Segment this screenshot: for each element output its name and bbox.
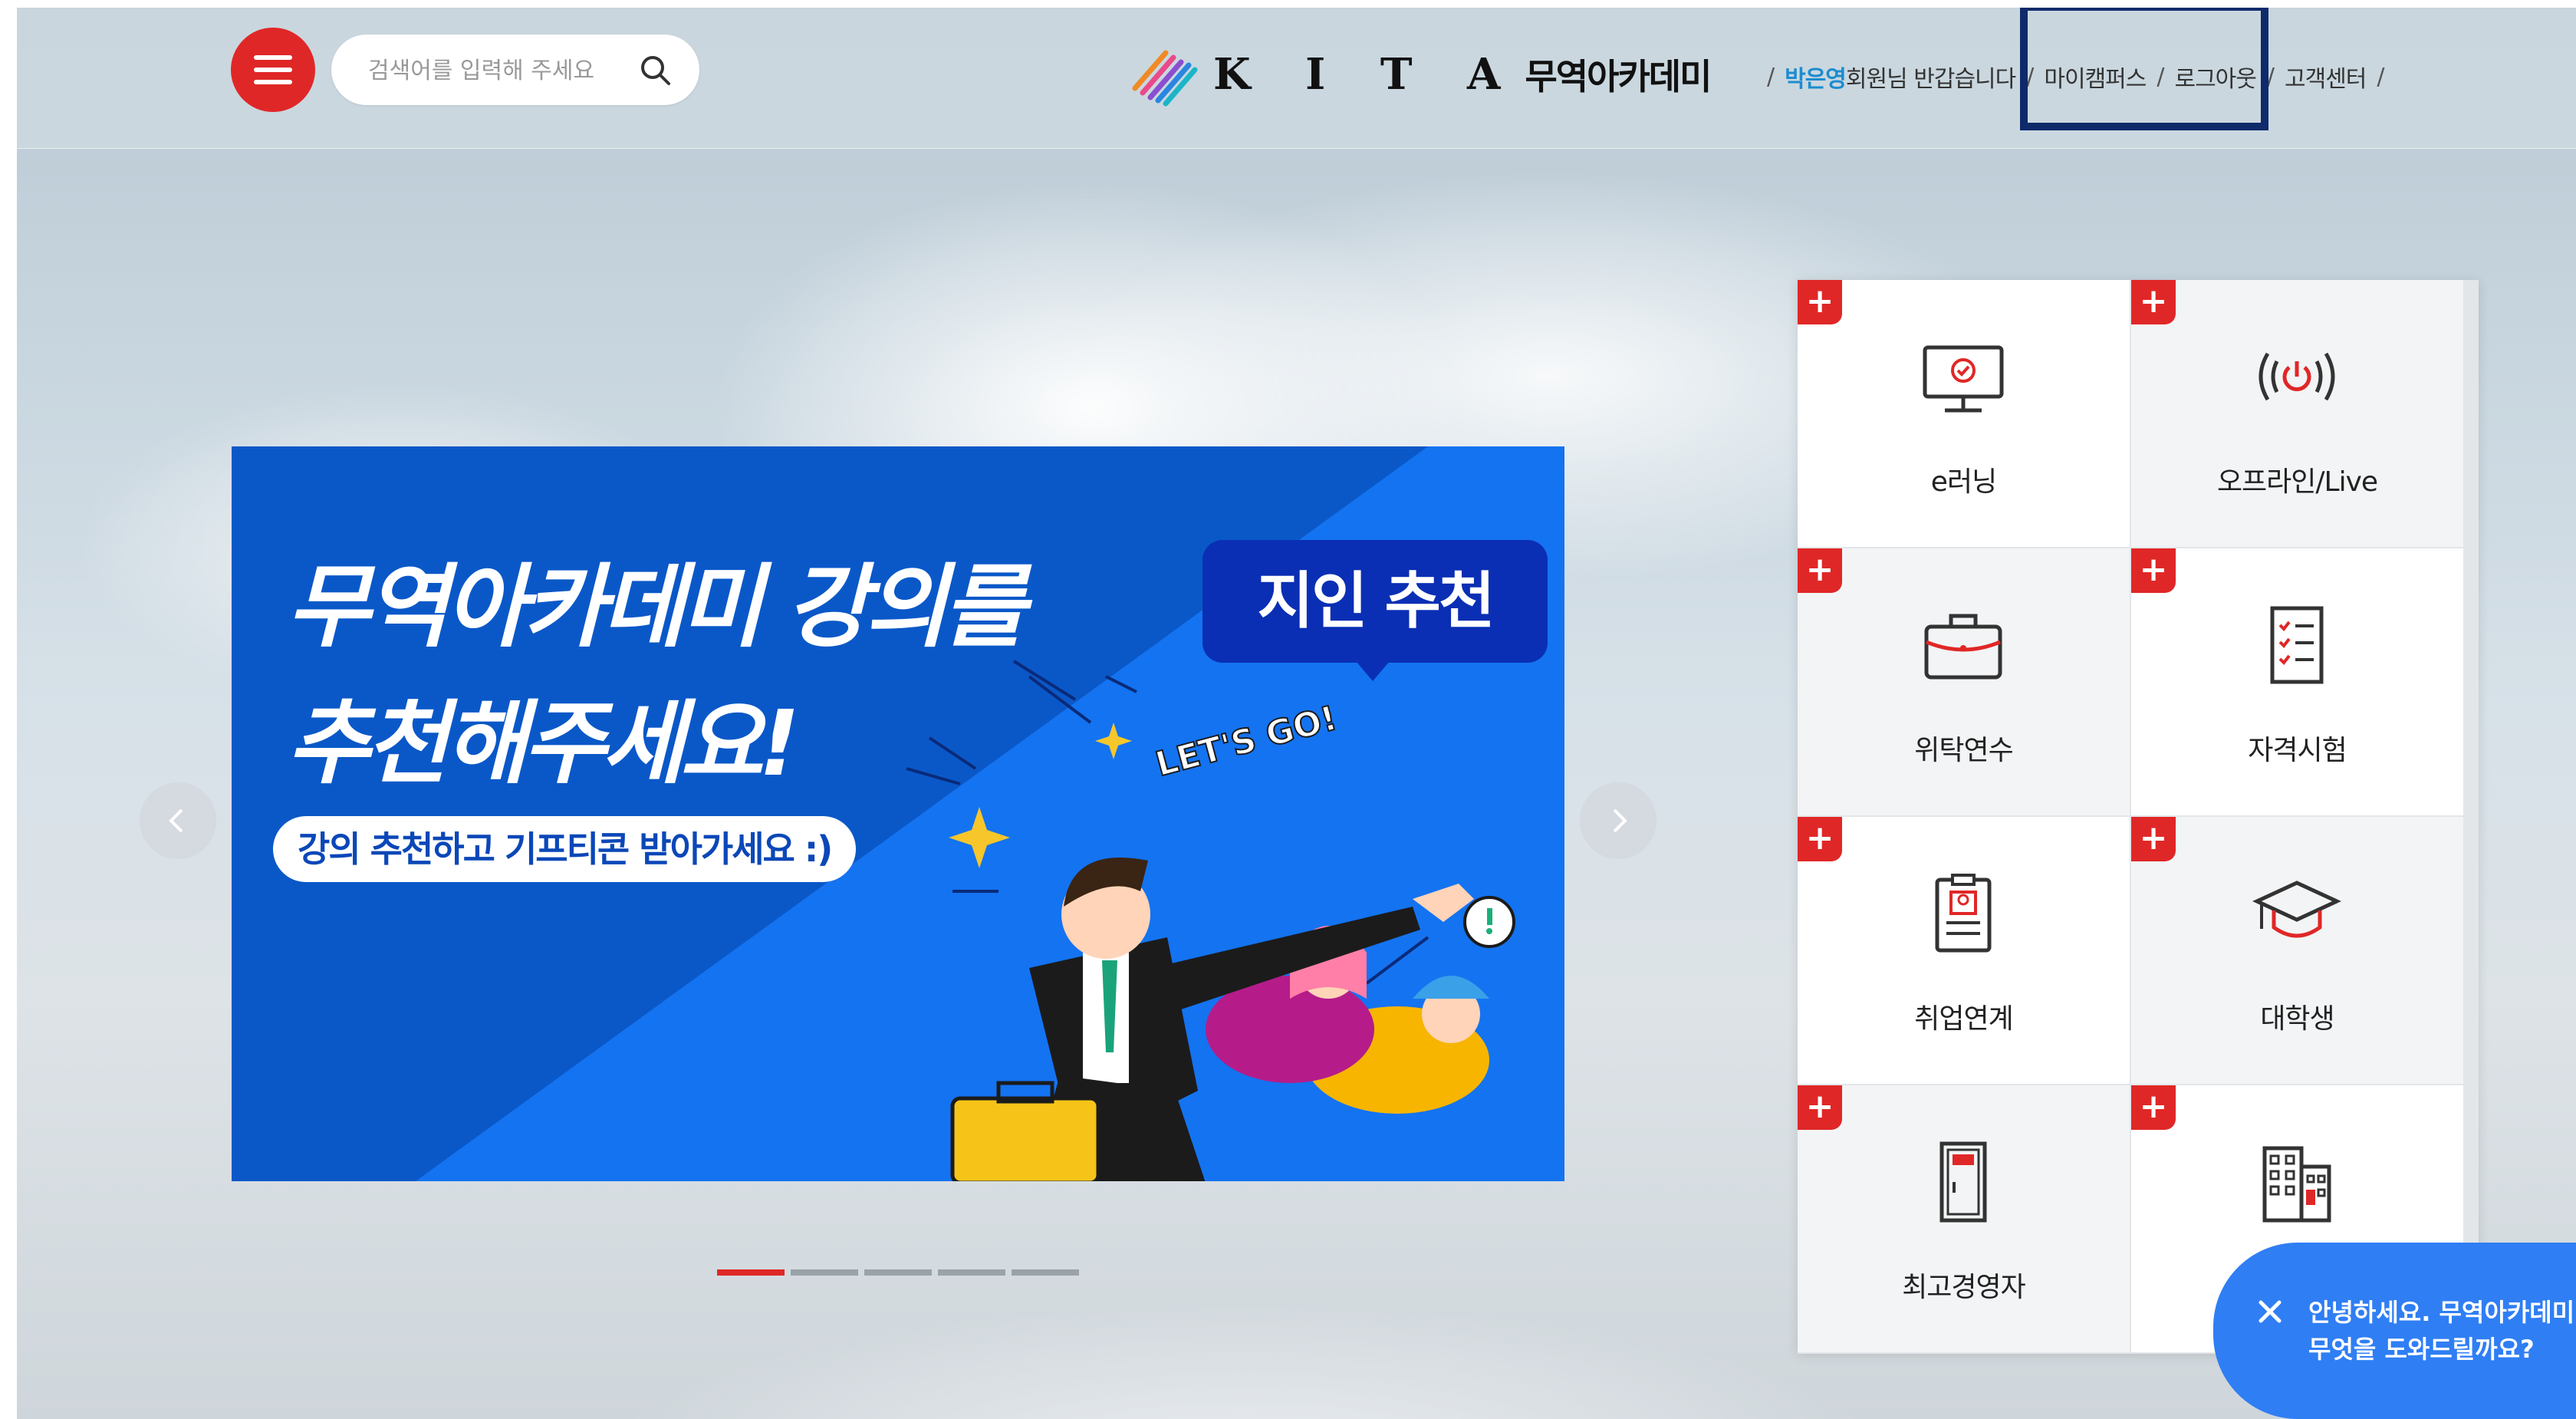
pagination-dot-4[interactable]: [938, 1269, 1005, 1276]
close-icon[interactable]: [2255, 1296, 2285, 1327]
plus-icon: +: [2131, 1085, 2176, 1130]
site-header: K I T A 무역아카데미 / 박은영 회원님 반갑습니다 / 마이캠퍼스 /…: [17, 8, 2576, 149]
user-name: 박은영: [1785, 66, 1847, 93]
checklist-icon: [2270, 606, 2324, 684]
quick-menu-consignment-training[interactable]: + 위탁연수: [1798, 548, 2130, 815]
logo-academy-text: 무역아카데미: [1525, 56, 1712, 97]
quick-menu-ceo[interactable]: + 최고경영자: [1798, 1085, 2130, 1352]
plus-icon: +: [1798, 548, 1842, 593]
chevron-left-icon: [169, 808, 183, 833]
quick-menu-label: 오프라인/Live: [2216, 466, 2378, 498]
carousel-pagination: [717, 1269, 1079, 1276]
quick-menu-label: 대학생: [2260, 1003, 2334, 1035]
plus-icon: +: [2131, 548, 2176, 593]
plus-icon: +: [1798, 280, 1842, 324]
chat-message-line2: 무엇을 도와드릴까요?: [2308, 1335, 2535, 1364]
quick-menu-label: 자격시험: [2248, 735, 2347, 766]
quick-menu-job-connection[interactable]: + 취업연계: [1798, 817, 2130, 1084]
logo-stripes-icon: [1132, 50, 1198, 107]
search-icon[interactable]: [638, 53, 673, 88]
plus-icon: +: [1798, 1085, 1842, 1130]
quick-menu-offline-live[interactable]: + 오프라인/Live: [2131, 280, 2463, 547]
quick-menu-label: 위탁연수: [1914, 735, 2013, 766]
quick-menu-label: e러닝: [1930, 466, 1997, 498]
quick-menu-grid: + e러닝 + 오프라인/Live + 위탁연수 + 자격시험 + 취업연계 +…: [1798, 280, 2479, 1354]
chat-message-line1: 안녕하세요. 무역아카데미: [2308, 1298, 2575, 1327]
building-icon: [2262, 1146, 2331, 1223]
pagination-dot-3[interactable]: [864, 1269, 932, 1276]
plus-icon: +: [1798, 817, 1842, 861]
svg-text:LET'S GO!: LET'S GO!: [1152, 699, 1341, 785]
quick-menu-elearning[interactable]: + e러닝: [1798, 280, 2130, 547]
quick-menu-label: 취업연계: [1914, 1003, 2013, 1035]
customer-center-link[interactable]: 고객센터: [2285, 60, 2367, 94]
plus-icon: +: [2131, 280, 2176, 324]
annotation-highlight-box: [2020, 8, 2268, 130]
chevron-right-icon: [1613, 808, 1627, 833]
power-broadcast-icon: [2259, 352, 2335, 401]
referral-tag: 지인 추천: [1202, 540, 1548, 681]
promo-banner[interactable]: 무역아카데미 강의를 추천해주세요! 강의 추천하고 기프티콘 받아가세요 :)…: [232, 446, 1564, 1181]
plus-icon: +: [2131, 817, 2176, 861]
quick-menu-certification-exam[interactable]: + 자격시험: [2131, 548, 2463, 815]
pagination-dot-1[interactable]: [717, 1269, 785, 1276]
briefcase-icon: [1924, 614, 2002, 680]
carousel-prev-button[interactable]: [140, 782, 216, 859]
banner-subtitle-pill: 강의 추천하고 기프티콘 받아가세요 :): [273, 816, 857, 882]
ceo-door-icon: [1939, 1141, 1987, 1223]
resume-clipboard-icon: [1935, 874, 1992, 953]
graduation-cap-icon: [2252, 881, 2341, 938]
search-box: [331, 35, 699, 105]
greeting-text: 회원님 반갑습니다: [1845, 66, 2016, 93]
hamburger-icon: [254, 55, 292, 60]
pagination-dot-2[interactable]: [791, 1269, 858, 1276]
monitor-icon: [1923, 345, 2004, 413]
search-input[interactable]: [367, 51, 630, 90]
hamburger-menu-button[interactable]: [231, 28, 315, 112]
page-background: K I T A 무역아카데미 / 박은영 회원님 반갑습니다 / 마이캠퍼스 /…: [17, 8, 2576, 1419]
chatbot-widget[interactable]: 안녕하세요. 무역아카데미 무엇을 도와드릴까요?: [2213, 1243, 2576, 1419]
quick-menu-label: 최고경영자: [1902, 1272, 2026, 1303]
quick-menu-university-student[interactable]: + 대학생: [2131, 817, 2463, 1084]
logo-brand-text: K I T A: [1213, 49, 1521, 100]
carousel-next-button[interactable]: [1580, 782, 1656, 859]
banner-illustration: LET'S GO!: [949, 698, 1515, 1181]
pagination-dot-5[interactable]: [1012, 1269, 1079, 1276]
kita-logo[interactable]: K I T A 무역아카데미: [1127, 40, 1712, 109]
